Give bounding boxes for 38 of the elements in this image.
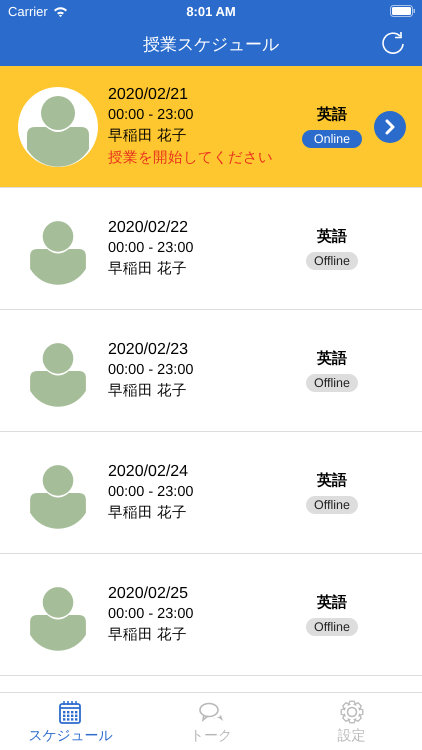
lesson-date: 2020/02/24 bbox=[108, 463, 190, 481]
teacher-name: 早稲田 花子 bbox=[108, 382, 188, 400]
tab-item[interactable]: スケジュール bbox=[0, 693, 141, 750]
subject-label: 英語 bbox=[317, 471, 347, 490]
teacher-name: 早稲田 花子 bbox=[108, 626, 188, 644]
screen-title: 授業スケジュール bbox=[143, 34, 279, 56]
lesson-time: 00:00 - 23:00 bbox=[108, 362, 194, 378]
lesson-time: 00:00 - 23:00 bbox=[108, 240, 194, 256]
status-badge: Offline bbox=[306, 496, 358, 514]
lesson-date: 2020/02/22 bbox=[108, 219, 190, 237]
lesson-date: 2020/02/25 bbox=[108, 585, 190, 603]
lesson-time: 00:00 - 23:00 bbox=[108, 484, 194, 500]
notice-text: 授業を開始してください bbox=[108, 149, 274, 167]
settings-icon bbox=[338, 699, 365, 725]
subject-label: 英語 bbox=[317, 349, 347, 368]
status-badge: Online bbox=[302, 130, 362, 148]
calendar-icon bbox=[57, 699, 84, 725]
lesson-row[interactable]: 2020/02/21 00:00 - 23:00 早稲田 花子 授業を開始してください 英語 Online bbox=[0, 66, 422, 188]
status-time: 8:01 AM bbox=[186, 4, 236, 18]
wifi-icon bbox=[52, 6, 68, 16]
subject-label: 英語 bbox=[317, 593, 347, 612]
chevron-right-icon[interactable] bbox=[374, 110, 406, 142]
subject-label: 英語 bbox=[317, 105, 347, 124]
teacher-name: 早稲田 花子 bbox=[108, 504, 188, 522]
lesson-date: 2020/02/23 bbox=[108, 341, 190, 359]
teacher-name: 早稲田 花子 bbox=[108, 127, 188, 145]
refresh-icon[interactable] bbox=[380, 31, 406, 57]
subject-label: 英語 bbox=[317, 227, 347, 246]
carrier-name: Carrier bbox=[8, 4, 48, 18]
status-badge: Offline bbox=[306, 618, 358, 636]
lesson-time: 00:00 - 23:00 bbox=[108, 606, 194, 622]
teacher-name: 早稲田 花子 bbox=[108, 260, 188, 278]
status-badge: Offline bbox=[306, 252, 358, 270]
battery-icon bbox=[390, 5, 416, 17]
lesson-date: 2020/02/21 bbox=[108, 86, 190, 104]
status-badge: Offline bbox=[306, 374, 358, 392]
avatar-icon bbox=[18, 86, 98, 166]
lesson-time: 00:00 - 23:00 bbox=[108, 107, 194, 123]
